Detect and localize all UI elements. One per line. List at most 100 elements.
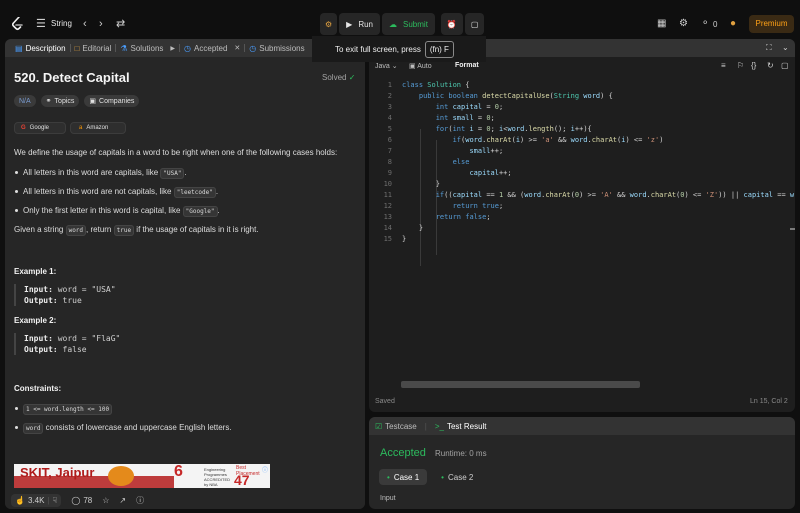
inline-code: "USA" <box>160 168 185 179</box>
format-button[interactable]: Format <box>455 62 479 69</box>
fullscreen-icon[interactable]: ⛶ <box>766 43 772 53</box>
thumbs-down-icon[interactable]: ☟ <box>53 496 58 505</box>
tab-editorial[interactable]: □ Editorial <box>71 39 116 57</box>
help-icon[interactable]: ⓘ <box>136 495 144 506</box>
given-b: , return <box>86 225 114 234</box>
tab-description[interactable]: ▤ Description <box>11 39 70 57</box>
run-button[interactable]: ▶ Run <box>339 13 381 35</box>
inline-code: word <box>23 423 44 434</box>
notes-button[interactable]: ▢ <box>464 13 485 35</box>
tab-description-label: Description <box>25 43 66 53</box>
tab-testcase-label: Testcase <box>385 421 417 431</box>
problem-list-title[interactable]: String <box>51 19 72 28</box>
code-text: else <box>452 158 470 166</box>
timer-button[interactable]: ⏰ <box>440 13 463 35</box>
reset-icon[interactable]: ↻ <box>767 61 774 70</box>
output-value: false <box>57 345 87 354</box>
line-number: 14 <box>383 224 392 232</box>
pass-dot-icon: • <box>387 472 390 482</box>
comment-count: 78 <box>83 495 93 505</box>
close-icon[interactable]: ✕ <box>234 44 240 52</box>
premium-button[interactable]: Premium <box>749 15 794 33</box>
inline-code: 1 <= word.length <= 100 <box>23 404 113 415</box>
clock-icon: ◷ <box>249 43 257 53</box>
advertisement-banner[interactable]: SKIT, Jaipur 6 Engineering Programmes AC… <box>14 464 270 488</box>
problem-title[interactable]: 520. Detect Capital <box>14 70 130 85</box>
code-line: 6 if(word.charAt(i) >= 'a' && word.charA… <box>369 135 795 146</box>
code-text: } <box>402 224 424 232</box>
topics-chip[interactable]: ⚭ Topics <box>40 95 80 107</box>
horizontal-scrollbar[interactable] <box>401 381 640 388</box>
problem-list-icon[interactable]: ☰ <box>36 17 46 31</box>
streak-fire-icon[interactable]: ⚬ <box>701 18 709 29</box>
given-c: if the usage of capitals in it is right. <box>134 225 259 234</box>
example-2-title: Example 2: <box>14 316 57 325</box>
tab-test-result-label: Test Result <box>446 421 487 431</box>
line-number: 2 <box>387 92 392 100</box>
example-2-input: Input: word = "FlaG" <box>24 333 354 344</box>
thumbs-up-icon[interactable]: ☝ <box>15 496 25 505</box>
auto-mode[interactable]: ▣ Auto <box>409 62 432 70</box>
tab-submissions[interactable]: ◷ Submissions <box>245 39 308 57</box>
line-number: 11 <box>383 191 392 199</box>
lock-icon: ▣ <box>409 63 416 70</box>
code-text: if((capital == 1 && (word.charAt(0) >= '… <box>435 191 795 199</box>
comments-button[interactable]: ◯ 78 <box>71 496 92 505</box>
tab-testcase[interactable]: ☑ Testcase <box>375 422 417 431</box>
tab-accepted-label: Accepted <box>194 43 228 53</box>
play-icon: ▶ <box>346 19 353 29</box>
code-line: 4 int small = 0; <box>369 113 795 124</box>
ad-close-icon[interactable]: ⓘ <box>262 465 268 474</box>
avatar[interactable]: ● <box>730 18 736 29</box>
shuffle-icon[interactable]: ⇄ <box>116 17 125 31</box>
bookmark-icon[interactable]: ⚐ <box>737 61 744 70</box>
format-lines-icon[interactable]: ≡ <box>721 61 726 70</box>
settings-gear-icon[interactable]: ⚙ <box>679 18 688 29</box>
collapse-icon[interactable]: ⌄ <box>782 43 789 52</box>
language-select[interactable]: Java ⌄ <box>375 62 398 70</box>
ad-accreditation: Engineering Programmes ACCREDITED by NBA <box>204 467 231 487</box>
company-amazon-label: Amazon <box>86 125 109 131</box>
company-google-label: Google <box>29 125 50 131</box>
braces-icon[interactable]: {} <box>751 61 756 70</box>
language-label: Java <box>375 63 390 70</box>
terminal-icon: >_ <box>434 421 444 431</box>
companies-chip[interactable]: ▣ Companies <box>84 95 140 107</box>
code-text: return true; <box>452 202 504 210</box>
bullet-tail: . <box>184 168 187 177</box>
tab-submissions-label: Submissions <box>259 43 305 53</box>
code-area[interactable]: 1 class Solution { 2 public boolean detec… <box>369 80 795 245</box>
line-number: 4 <box>387 114 392 122</box>
chevron-right-icon[interactable]: › <box>99 17 103 31</box>
share-icon[interactable]: ↗ <box>119 496 126 505</box>
code-text: small++; <box>469 147 504 155</box>
tab-solutions[interactable]: ⚗ Solutions ▶ <box>116 39 179 57</box>
leetcode-logo-icon[interactable] <box>12 17 24 31</box>
code-line: 10 } <box>369 179 795 190</box>
case-tab[interactable]: • Case 2 <box>433 469 481 485</box>
case-tab[interactable]: • Case 1 <box>379 469 428 485</box>
company-google[interactable]: G Google <box>14 122 66 134</box>
chevron-left-icon[interactable]: ‹ <box>83 17 87 31</box>
submit-button[interactable]: ☁ Submit <box>382 13 435 35</box>
ad-title: SKIT, Jaipur <box>20 465 95 480</box>
code-line: 8 else <box>369 157 795 168</box>
code-line: 7 small++; <box>369 146 795 157</box>
code-line: 2 public boolean detectCapitalUse(String… <box>369 91 795 102</box>
tab-accepted[interactable]: ◷ Accepted ✕ <box>180 39 244 57</box>
expand-icon[interactable]: ▢ <box>781 61 789 70</box>
debug-button[interactable]: ⚙ <box>320 13 338 35</box>
code-text: if(word.charAt(i) >= 'a' && word.charAt(… <box>452 136 664 144</box>
code-line: 5 for(int i = 0; i<word.length(); i++){ <box>369 124 795 135</box>
company-amazon[interactable]: a Amazon <box>70 122 126 134</box>
input-label: Input: <box>24 285 53 294</box>
given-text: Given a string word, return true if the … <box>14 224 354 236</box>
flask-icon: ⚗ <box>120 43 128 53</box>
tab-test-result[interactable]: >_ Test Result <box>435 422 487 431</box>
layout-grid-icon[interactable]: ▦ <box>657 18 666 29</box>
clock-icon: ◷ <box>184 43 192 53</box>
example-1-input: Input: word = "USA" <box>24 284 354 295</box>
notes-icon: ▢ <box>470 19 479 29</box>
output-label: Output: <box>24 296 58 305</box>
star-icon[interactable]: ☆ <box>102 496 109 505</box>
